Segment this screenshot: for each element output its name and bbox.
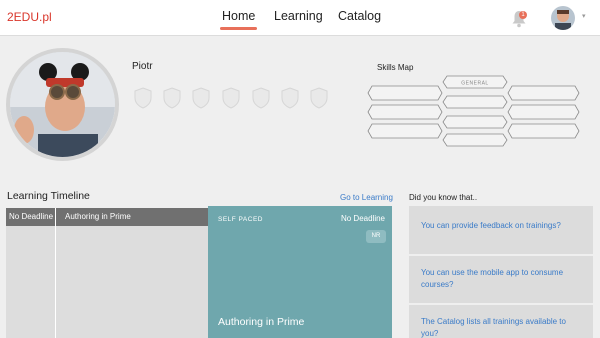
shield-icon[interactable] <box>252 87 270 109</box>
timeline-column-course: Authoring in Prime <box>65 212 131 221</box>
tip-item[interactable]: The Catalog lists all trainings availabl… <box>409 305 593 338</box>
profile-photo[interactable] <box>6 48 119 161</box>
course-tag: NR <box>366 230 386 243</box>
nav-learning[interactable]: Learning <box>274 9 323 23</box>
skill-node <box>442 115 508 129</box>
nav-catalog[interactable]: Catalog <box>338 9 381 23</box>
tip-item[interactable]: You can use the mobile app to consume co… <box>409 256 593 303</box>
skill-node <box>442 133 508 147</box>
active-nav-indicator <box>220 27 257 30</box>
timeline-column-no-deadline: No Deadline <box>9 212 54 221</box>
learning-timeline-title: Learning Timeline <box>7 190 90 202</box>
shield-icon[interactable] <box>281 87 299 109</box>
notification-badge: 1 <box>519 11 527 19</box>
shield-icon[interactable] <box>134 87 152 109</box>
timeline-grid: No Deadline Authoring in Prime <box>6 208 208 338</box>
skill-node <box>367 85 443 101</box>
skills-map-diagram[interactable]: GENERAL <box>365 74 585 154</box>
nav-home[interactable]: Home <box>222 9 255 23</box>
course-card[interactable]: SELF PACED No Deadline NR Authoring in P… <box>208 206 392 338</box>
skill-node <box>507 123 580 139</box>
tip-link[interactable]: You can use the mobile app to consume co… <box>421 267 583 291</box>
course-deadline: No Deadline <box>340 214 385 223</box>
chevron-down-icon[interactable]: ▾ <box>582 12 586 20</box>
profile-name: Piotr <box>132 61 153 72</box>
shield-icon[interactable] <box>163 87 181 109</box>
main-nav: Home Learning Catalog <box>0 9 600 31</box>
user-avatar[interactable] <box>551 6 575 30</box>
go-to-learning-link[interactable]: Go to Learning <box>340 193 393 202</box>
skill-node <box>442 95 508 109</box>
course-title: Authoring in Prime <box>218 316 305 328</box>
skill-node <box>367 104 443 120</box>
top-header: 2EDU.pl Home Learning Catalog 1 ▾ <box>0 0 600 36</box>
timeline-divider <box>55 208 56 338</box>
shield-icon[interactable] <box>192 87 210 109</box>
skill-node <box>367 123 443 139</box>
tip-link[interactable]: The Catalog lists all trainings availabl… <box>421 316 583 338</box>
skill-node <box>507 85 580 101</box>
tip-item[interactable]: You can provide feedback on trainings? <box>409 206 593 254</box>
tip-link[interactable]: You can provide feedback on trainings? <box>421 220 583 232</box>
skills-map-title: Skills Map <box>377 63 414 72</box>
skill-general-label: GENERAL <box>461 81 488 87</box>
course-type: SELF PACED <box>218 216 263 223</box>
skill-node <box>507 104 580 120</box>
shield-icon[interactable] <box>222 87 240 109</box>
did-you-know-title: Did you know that.. <box>409 193 478 202</box>
shield-icon[interactable] <box>310 87 328 109</box>
